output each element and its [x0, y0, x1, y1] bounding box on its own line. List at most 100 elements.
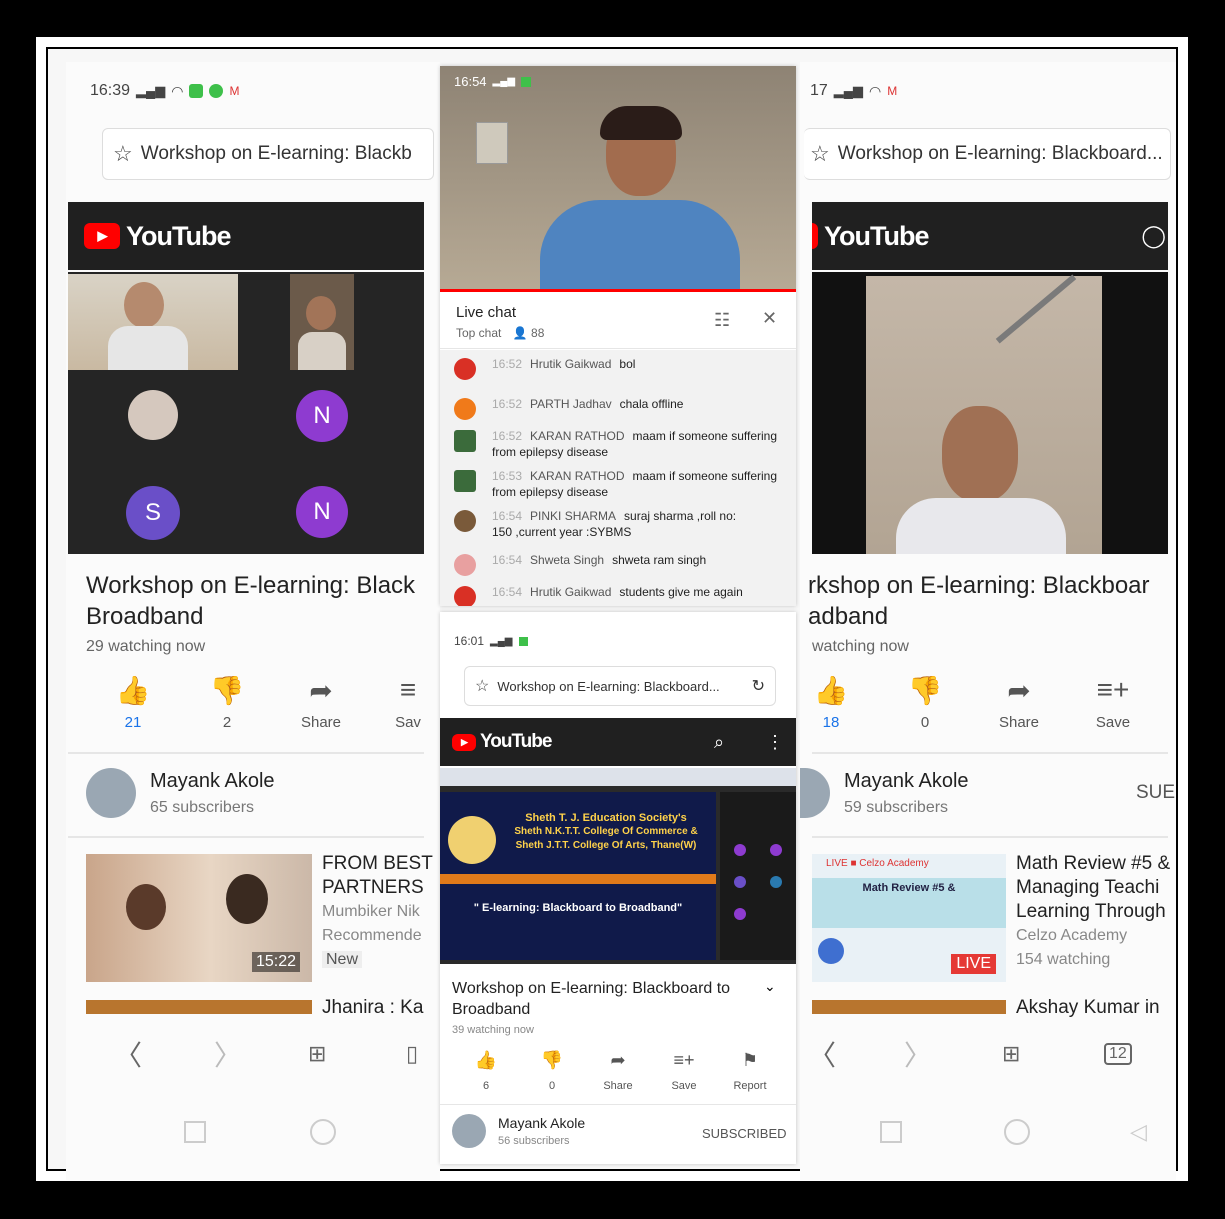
video-player[interactable] [812, 272, 1168, 554]
chat-author: Shweta Singh [530, 553, 605, 567]
share-button[interactable]: ➦ Share [598, 1050, 638, 1092]
share-button[interactable]: ➦ Share [294, 674, 348, 731]
thumbs-down-icon: 👎 [540, 1050, 564, 1070]
address-bar[interactable]: ☆ Workshop on E-learning: Blackb [102, 128, 434, 180]
save-button[interactable]: ≡+ Save [1086, 674, 1140, 731]
channel-row[interactable]: Mayank Akole 56 subscribers [452, 1114, 585, 1148]
chat-author: PINKI SHARMA [530, 509, 617, 523]
browser-chrome-strip [440, 768, 796, 786]
gmail-icon: M [887, 84, 898, 98]
chat-avatar [454, 586, 476, 606]
youtube-logo[interactable]: ▶ YouTube [452, 731, 552, 753]
save-label: Save [671, 1080, 697, 1092]
recents-icon[interactable] [184, 1121, 206, 1143]
participant-avatar-n1: N [296, 390, 348, 442]
recents-icon[interactable] [880, 1121, 902, 1143]
browser-nav-bar: 〈 〉 ⊞ ▯ [66, 1034, 440, 1074]
share-icon: ➦ [309, 675, 333, 706]
recommended-thumbnail[interactable]: 15:22 [86, 854, 312, 982]
channel-avatar[interactable] [800, 768, 830, 818]
share-button[interactable]: ➦ Share [992, 674, 1046, 731]
youtube-logo[interactable]: ▶ YouTube [84, 221, 231, 252]
back-icon[interactable]: 〈 [114, 1034, 142, 1074]
address-bar[interactable]: ☆ Workshop on E-learning: Blackboard... … [464, 666, 776, 706]
flag-icon: ⚑ [741, 1050, 759, 1070]
recommended-title-2[interactable]: Akshay Kumar in [1016, 996, 1160, 1020]
close-icon[interactable]: ✕ [762, 308, 777, 329]
dislike-button[interactable]: 👎 0 [898, 674, 952, 731]
address-bar[interactable]: ☆ Workshop on E-learning: Blackboard... [804, 128, 1171, 180]
channel-name[interactable]: Mayank Akole [498, 1115, 585, 1131]
tabs-count-icon[interactable]: 12 [1104, 1043, 1132, 1065]
video-player[interactable]: N S N [68, 272, 424, 554]
like-button[interactable]: 👍 18 [804, 674, 858, 731]
menu-grid-icon[interactable]: ⊞ [308, 1041, 326, 1067]
video-player[interactable]: 16:54 ▂▄▆ [440, 66, 796, 292]
channel-avatar[interactable] [452, 1114, 486, 1148]
subscribe-button[interactable]: SUE [1136, 782, 1175, 804]
channel-row[interactable]: Mayank Akole 59 subscribers [800, 768, 969, 818]
participant-avatar [734, 876, 746, 888]
action-row: 👍 18 👎 0 ➦ Share ≡+ Save [804, 674, 1140, 731]
save-button[interactable]: ≡+ Save [664, 1050, 704, 1092]
recommended-thumbnail-2[interactable] [812, 1000, 1006, 1014]
channel-name[interactable]: Mayank Akole [844, 770, 969, 793]
youtube-header: ▶ YouTube ⌕ ⋮ [440, 718, 796, 766]
divider [812, 752, 1168, 754]
star-icon[interactable]: ☆ [475, 676, 489, 696]
college-logo [448, 816, 496, 864]
like-button[interactable]: 👍 6 [466, 1050, 506, 1092]
person-silhouette [226, 874, 268, 924]
chat-message: 16:52 PARTH Jadhav chala offline [454, 396, 782, 420]
youtube-wordmark: YouTube [824, 220, 929, 251]
search-icon[interactable]: ◯ [1141, 223, 1166, 249]
youtube-logo[interactable]: YouTube [812, 220, 929, 252]
star-icon[interactable]: ☆ [113, 141, 133, 167]
recommended-thumbnail-2[interactable] [86, 1000, 312, 1014]
rec-channel: Celzo Academy [1016, 927, 1128, 944]
chat-author: Hrutik Gaikwad [530, 585, 612, 599]
new-badge: New [322, 948, 433, 972]
back-triangle-icon[interactable]: ◁ [1130, 1119, 1147, 1145]
back-icon[interactable]: 〈 [808, 1034, 836, 1074]
forward-icon[interactable]: 〉 [904, 1034, 932, 1074]
left-phone-screen: 16:39 ▂▄▆ ◠ M ☆ Workshop on E-learning: … [66, 62, 440, 1180]
home-icon[interactable] [1004, 1119, 1030, 1145]
dislike-button[interactable]: 👎 2 [200, 674, 254, 731]
channel-avatar[interactable] [86, 768, 136, 818]
recommended-info[interactable]: FROM BEST PARTNERS Mumbiker Nik Recommen… [322, 852, 433, 972]
watching-count: watching now [812, 638, 909, 655]
tabs-icon[interactable]: ▯ [406, 1041, 418, 1067]
expand-icon[interactable]: ⌄ [764, 978, 776, 995]
banner-stripe [440, 874, 716, 884]
forward-icon[interactable]: 〉 [214, 1034, 242, 1074]
viewers-icon: 👤 [512, 326, 528, 340]
reload-icon[interactable]: ↻ [752, 676, 765, 696]
dislike-button[interactable]: 👎 0 [532, 1050, 572, 1092]
recommended-info[interactable]: Math Review #5 & Managing Teachi Learnin… [1016, 852, 1170, 972]
dislike-count: 2 [222, 714, 232, 731]
star-icon[interactable]: ☆ [810, 141, 830, 167]
home-icon[interactable] [310, 1119, 336, 1145]
top-chat-dropdown[interactable]: Top chat 👤 88 [456, 326, 544, 340]
channel-row[interactable]: Mayank Akole 65 subscribers [86, 768, 275, 818]
save-button[interactable]: ≡ Sav [388, 674, 428, 731]
recommended-title-2[interactable]: Jhanira : Ka [322, 996, 423, 1020]
thumb-title: Math Review #5 & [812, 878, 1006, 928]
channel-name[interactable]: Mayank Akole [150, 770, 275, 793]
watching-count: 39 watching now [452, 1024, 534, 1036]
video-player[interactable]: Sheth T. J. Education Society's Sheth N.… [440, 768, 796, 964]
search-icon[interactable]: ⌕ [714, 732, 724, 753]
recommended-thumbnail[interactable]: LIVE ■ Celzo Academy Math Review #5 & LI… [812, 854, 1006, 982]
signal-icon: ▂▄▆ [136, 83, 166, 98]
chat-author: KARAN RATHOD [530, 429, 625, 443]
chat-avatar [454, 470, 476, 492]
chat-time: 16:54 [492, 553, 523, 567]
subscribed-button[interactable]: SUBSCRIBED [702, 1126, 787, 1141]
more-icon[interactable]: ⋮ [766, 732, 784, 753]
menu-grid-icon[interactable]: ⊞ [1002, 1041, 1020, 1067]
filter-icon[interactable]: ☷ [714, 310, 730, 331]
report-button[interactable]: ⚑ Report [730, 1050, 770, 1092]
like-button[interactable]: 👍 21 [106, 674, 160, 731]
live-chat-header: Live chat Top chat 👤 88 ☷ ✕ [440, 292, 796, 349]
